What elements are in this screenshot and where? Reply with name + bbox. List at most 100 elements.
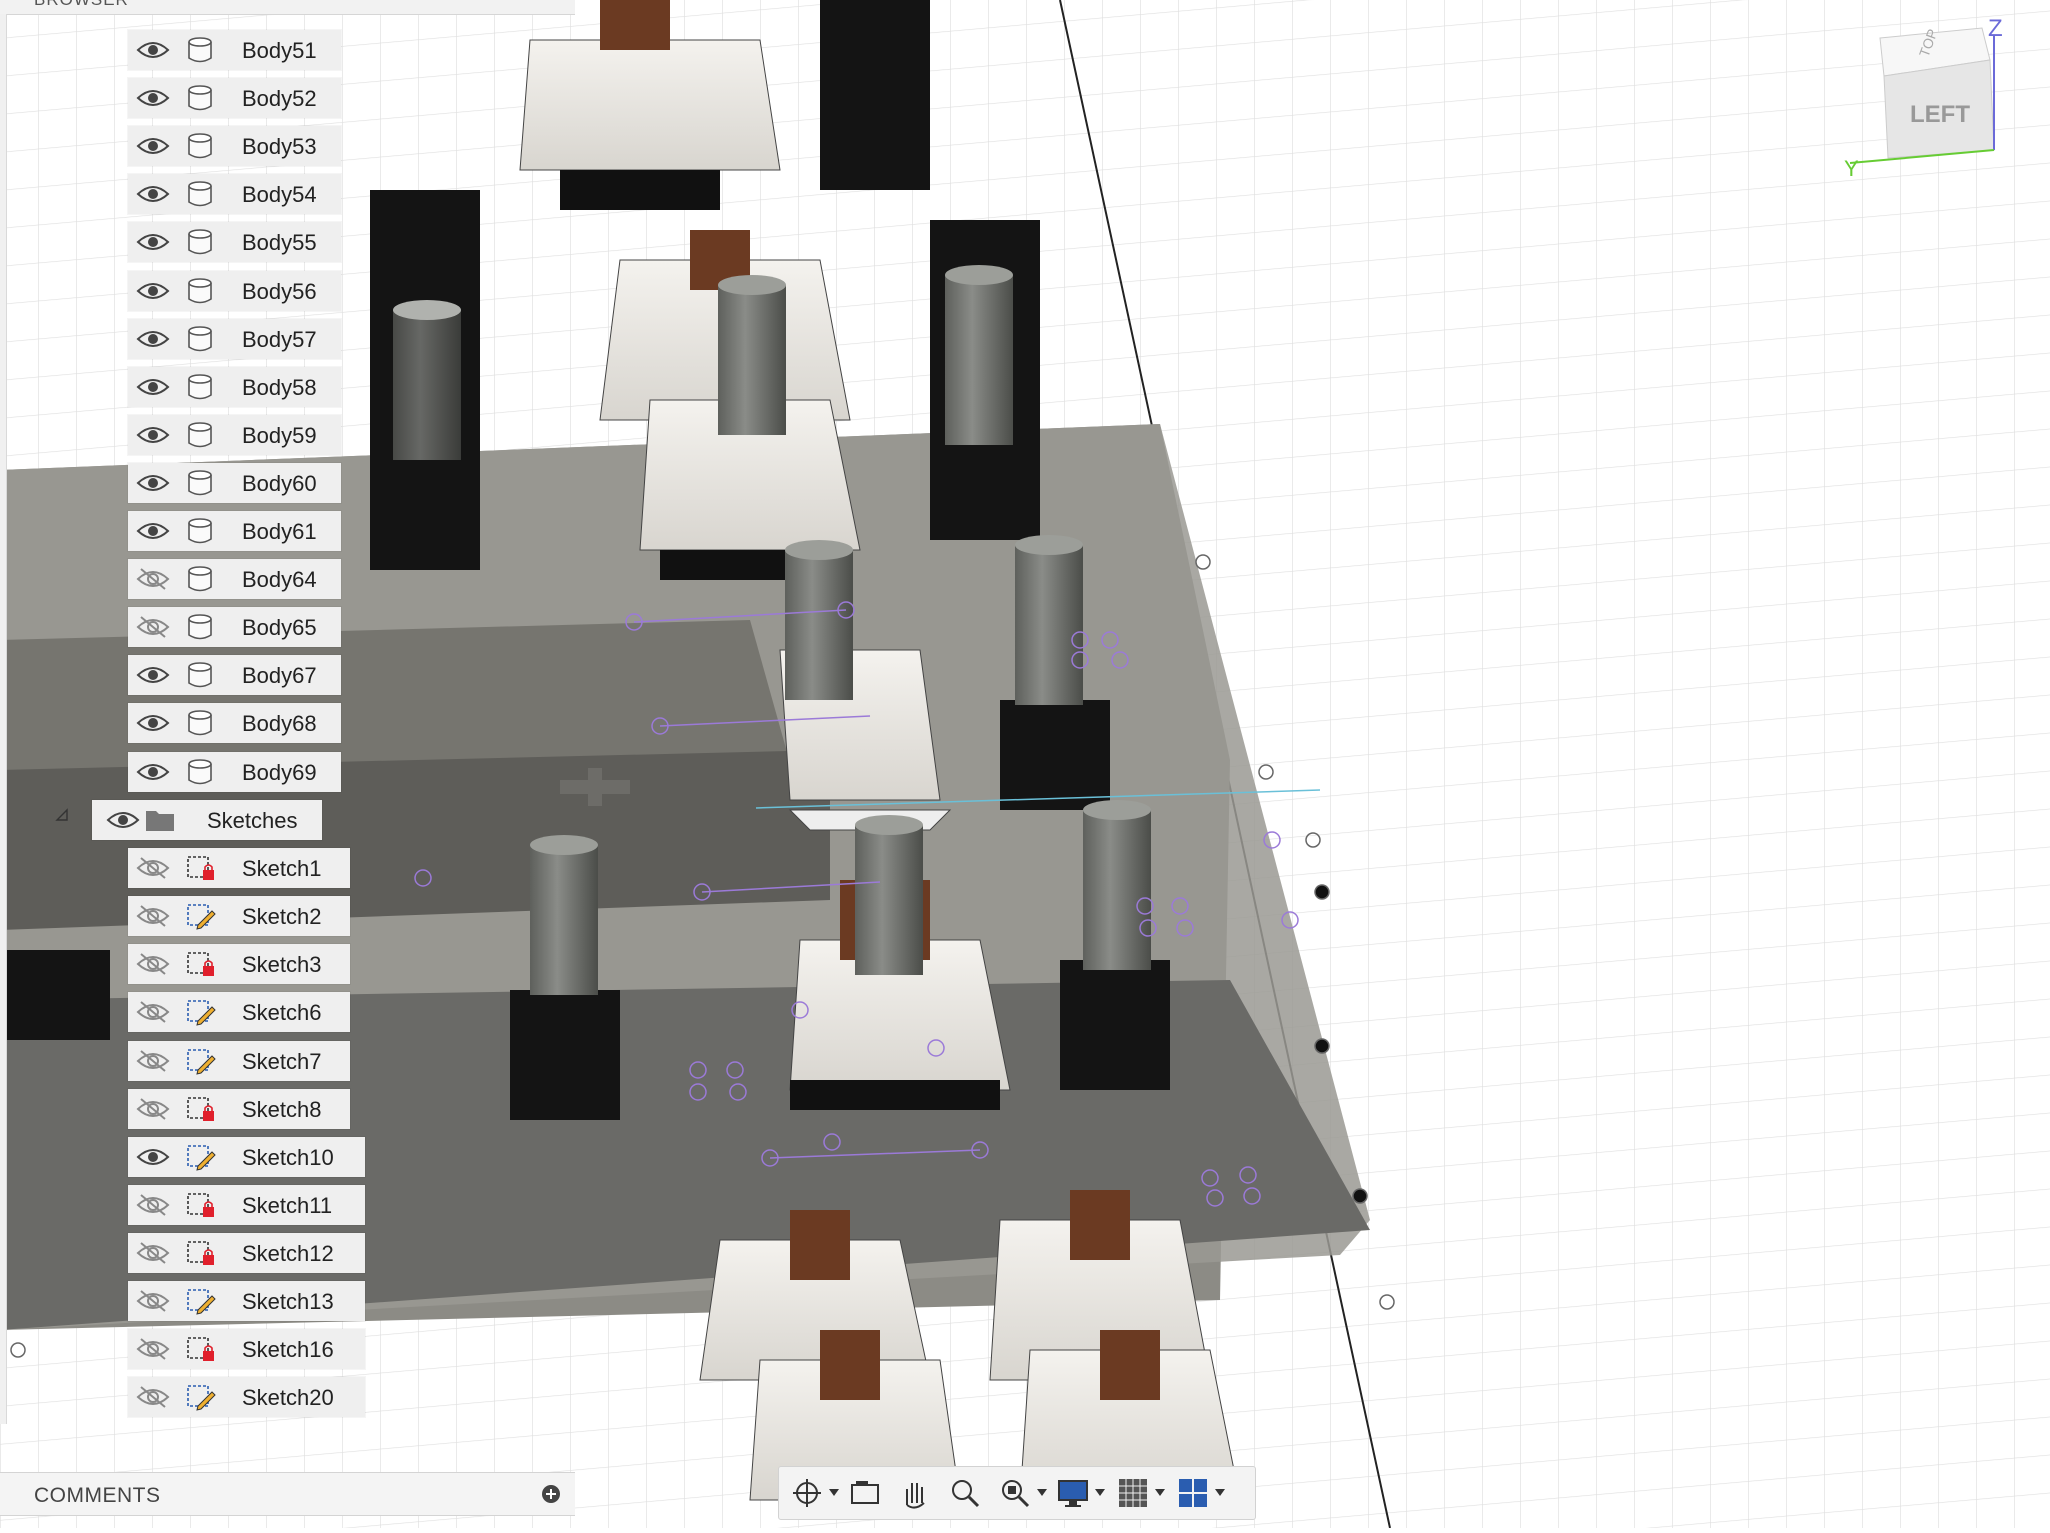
eye-hidden-icon[interactable]: [136, 1095, 170, 1123]
eye-icon[interactable]: [136, 661, 170, 689]
tree-item-body61[interactable]: Body61: [128, 511, 341, 551]
display-dropdown-caret[interactable]: [1095, 1489, 1105, 1496]
eye-icon[interactable]: [106, 806, 140, 834]
eye-icon[interactable]: [136, 180, 170, 208]
tree-item-label: Sketch11: [242, 1193, 333, 1218]
orbit-dropdown-caret[interactable]: [829, 1489, 839, 1496]
eye-hidden-icon[interactable]: [136, 1239, 170, 1267]
eye-icon[interactable]: [136, 36, 170, 64]
tree-item-body51[interactable]: Body51: [128, 30, 341, 70]
eye-hidden-icon[interactable]: [136, 998, 170, 1026]
tree-item-sketch16[interactable]: Sketch16: [128, 1329, 365, 1369]
tree-folder-sketches[interactable]: Sketches: [92, 800, 322, 840]
body-icon: [184, 516, 216, 546]
pan-icon[interactable]: [897, 1475, 933, 1511]
eye-icon[interactable]: [136, 758, 170, 786]
tree-item-sketch1[interactable]: Sketch1: [128, 848, 350, 888]
zoom-dropdown-caret[interactable]: [1037, 1489, 1047, 1496]
grid-icon[interactable]: [1115, 1475, 1151, 1511]
viewcube-front-label: LEFT: [1910, 101, 1970, 128]
viewports-dropdown-caret[interactable]: [1215, 1489, 1225, 1496]
tree-item-sketch10[interactable]: Sketch10: [128, 1137, 365, 1177]
tree-item-sketch7[interactable]: Sketch7: [128, 1041, 350, 1081]
eye-hidden-icon[interactable]: [136, 565, 170, 593]
tree-item-body65[interactable]: Body65: [128, 607, 341, 647]
body-icon: [184, 757, 216, 787]
tree-item-body64[interactable]: Body64: [128, 559, 341, 599]
eye-icon[interactable]: [136, 1143, 170, 1171]
tree-item-body52[interactable]: Body52: [128, 78, 341, 118]
eye-hidden-icon[interactable]: [136, 1191, 170, 1219]
browser-edge: [0, 14, 7, 1424]
eye-icon[interactable]: [136, 517, 170, 545]
tree-item-body68[interactable]: Body68: [128, 703, 341, 743]
eye-icon[interactable]: [136, 132, 170, 160]
tree-item-sketch3[interactable]: Sketch3: [128, 944, 350, 984]
tree-item-label: Body56: [242, 279, 317, 304]
viewcube[interactable]: TOP LEFT Z Y: [1832, 18, 2022, 178]
tree-item-body58[interactable]: Body58: [128, 367, 341, 407]
eye-icon[interactable]: [136, 469, 170, 497]
body-icon: [184, 708, 216, 738]
eye-hidden-icon[interactable]: [136, 1047, 170, 1075]
body-icon: [184, 131, 216, 161]
tree-item-label: Body54: [242, 182, 317, 207]
eye-hidden-icon[interactable]: [136, 613, 170, 641]
tree-item-body57[interactable]: Body57: [128, 319, 341, 359]
tree-item-body69[interactable]: Body69: [128, 752, 341, 792]
eye-icon[interactable]: [136, 421, 170, 449]
tree-item-sketch6[interactable]: Sketch6: [128, 992, 350, 1032]
eye-hidden-icon[interactable]: [136, 902, 170, 930]
tree-item-body59[interactable]: Body59: [128, 415, 341, 455]
sketch-edit-icon: [184, 1046, 216, 1076]
eye-hidden-icon[interactable]: [136, 950, 170, 978]
eye-hidden-icon[interactable]: [136, 1383, 170, 1411]
tree-item-sketch2[interactable]: Sketch2: [128, 896, 350, 936]
tree-item-sketch20[interactable]: Sketch20: [128, 1377, 365, 1417]
look-at-icon[interactable]: [847, 1475, 883, 1511]
collapse-triangle-icon[interactable]: [55, 808, 69, 822]
comments-panel[interactable]: COMMENTS: [0, 1472, 575, 1516]
eye-icon[interactable]: [136, 84, 170, 112]
tree-item-sketch8[interactable]: Sketch8: [128, 1089, 350, 1129]
eye-icon[interactable]: [136, 277, 170, 305]
browser-header[interactable]: BROWSER: [0, 0, 575, 15]
orbit-icon[interactable]: [789, 1475, 825, 1511]
body-icon: [184, 83, 216, 113]
add-comment-icon[interactable]: [541, 1484, 561, 1504]
tree-item-label: Sketch6: [242, 1000, 322, 1025]
eye-hidden-icon[interactable]: [136, 1335, 170, 1363]
tree-item-label: Sketch8: [242, 1097, 322, 1122]
tree-item-label: Sketch12: [242, 1241, 334, 1266]
sketch-locked-icon: [184, 853, 216, 883]
eye-icon[interactable]: [136, 709, 170, 737]
tree-item-body54[interactable]: Body54: [128, 174, 341, 214]
comments-title: COMMENTS: [34, 1484, 161, 1507]
tree-item-body56[interactable]: Body56: [128, 271, 341, 311]
tree-item-label: Body57: [242, 327, 317, 352]
y-axis-label: Y: [1844, 156, 1859, 178]
sketch-locked-icon: [184, 1190, 216, 1220]
grid-dropdown-caret[interactable]: [1155, 1489, 1165, 1496]
display-settings-icon[interactable]: [1055, 1475, 1091, 1511]
sketch-edit-icon: [184, 1286, 216, 1316]
tree-item-body55[interactable]: Body55: [128, 222, 341, 262]
eye-hidden-icon[interactable]: [136, 854, 170, 882]
tree-item-label: Sketch7: [242, 1049, 322, 1074]
eye-hidden-icon[interactable]: [136, 1287, 170, 1315]
tree-item-label: Body65: [242, 615, 317, 640]
tree-item-body67[interactable]: Body67: [128, 655, 341, 695]
sketch-locked-icon: [184, 949, 216, 979]
tree-item-sketch11[interactable]: Sketch11: [128, 1185, 365, 1225]
eye-icon[interactable]: [136, 373, 170, 401]
zoom-icon[interactable]: [947, 1475, 983, 1511]
tree-item-sketch13[interactable]: Sketch13: [128, 1281, 365, 1321]
viewports-icon[interactable]: [1175, 1475, 1211, 1511]
eye-icon[interactable]: [136, 228, 170, 256]
tree-item-sketch12[interactable]: Sketch12: [128, 1233, 365, 1273]
tree-item-body60[interactable]: Body60: [128, 463, 341, 503]
tree-item-body53[interactable]: Body53: [128, 126, 341, 166]
plus-mark-v: [588, 768, 602, 806]
eye-icon[interactable]: [136, 325, 170, 353]
fit-icon[interactable]: [997, 1475, 1033, 1511]
